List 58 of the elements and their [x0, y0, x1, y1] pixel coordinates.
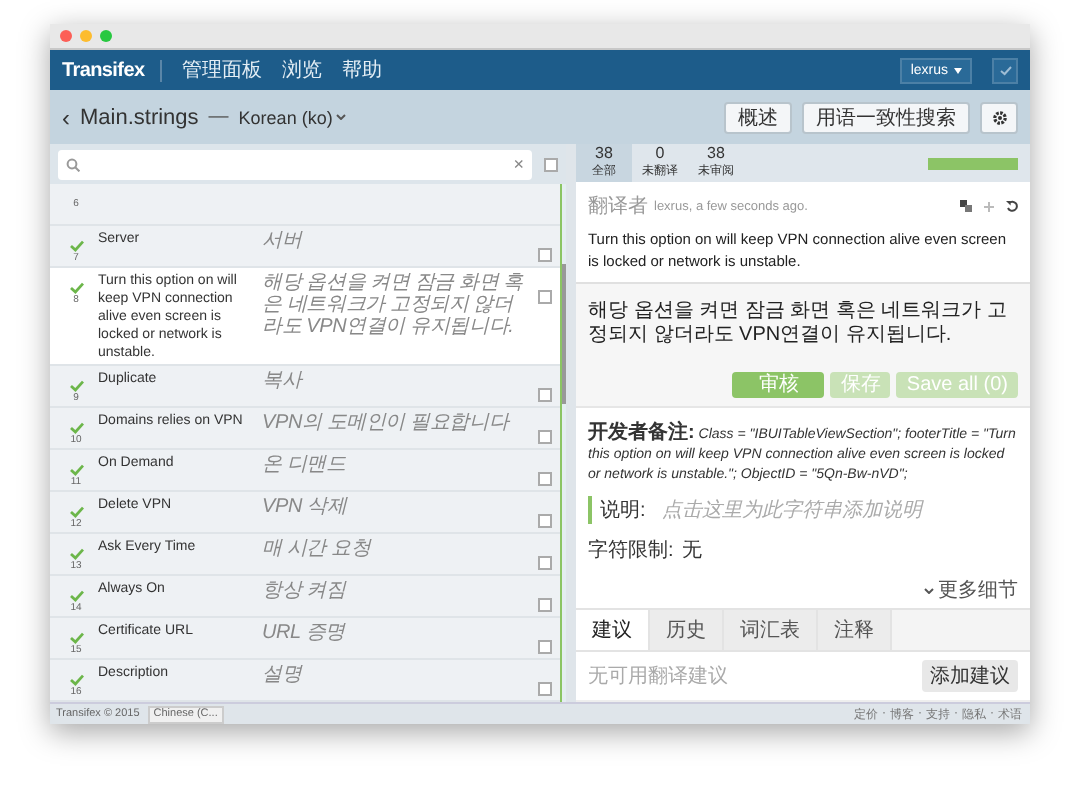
- panel-tab[interactable]: 建议: [576, 610, 650, 650]
- caret-icon: [954, 67, 962, 73]
- copy-icon[interactable]: [960, 200, 972, 213]
- more-details-link[interactable]: 更多细节: [924, 576, 1018, 604]
- title-separator: —: [208, 106, 229, 128]
- description-label: 说明:: [600, 498, 646, 524]
- settings-icon: [991, 109, 1007, 125]
- char-limit-label: 字符限制:: [588, 537, 674, 564]
- back-link[interactable]: ‹: [62, 103, 70, 131]
- clear-button[interactable]: ×: [513, 154, 524, 174]
- nav-link[interactable]: 管理面板: [182, 56, 263, 84]
- panel-tab[interactable]: 历史: [650, 610, 724, 650]
- row-checkbox[interactable]: [538, 290, 552, 304]
- language-dropdown[interactable]: Korean (ko): [238, 107, 347, 127]
- nav-link[interactable]: 帮助: [342, 56, 383, 84]
- row-checkbox[interactable]: [538, 430, 552, 445]
- translation-text: VPN의 도메인이 필요합니다: [262, 412, 512, 436]
- translation-text: 서버: [262, 230, 305, 253]
- row-checkbox[interactable]: [538, 388, 552, 403]
- row-checkbox[interactable]: [538, 472, 552, 487]
- caret-icon: [924, 587, 934, 593]
- row-checkbox[interactable]: [538, 640, 552, 655]
- empty-suggestions-text: 无可用翻译建议: [588, 663, 728, 690]
- search-icon: [66, 157, 80, 171]
- select-all-checkbox[interactable]: [544, 157, 558, 171]
- undo-icon[interactable]: [1006, 200, 1018, 213]
- file-title: Main.strings: [80, 105, 199, 129]
- translator-label: 翻译者: [588, 193, 648, 221]
- row-checkbox[interactable]: [538, 556, 552, 571]
- check-icon: [999, 65, 1011, 75]
- search-field[interactable]: ×: [58, 149, 532, 179]
- translation-text: 복사: [262, 370, 305, 394]
- translation-text: URL 증명: [262, 622, 348, 646]
- translation-text: 매 시간 요청: [262, 538, 374, 562]
- row-checkbox[interactable]: [538, 682, 552, 697]
- add-suggestion-button[interactable]: 添加建议: [922, 660, 1018, 692]
- row-checkbox[interactable]: [538, 598, 552, 613]
- translation-text: 온 디맨드: [262, 454, 348, 478]
- header-button[interactable]: 概述: [724, 101, 792, 133]
- row-checkbox[interactable]: [538, 514, 552, 529]
- plus-icon[interactable]: [984, 201, 994, 212]
- translation-text: 해당 옵션을 켜면 잠금 화면 혹은 네트워크가 고정되지 않더라도 VPN연결이 유지됩니다.: [262, 272, 526, 340]
- panel-tab[interactable]: 词汇表: [724, 610, 818, 650]
- progress-bar: [928, 157, 1018, 170]
- logo[interactable]: Transifex: [62, 59, 163, 81]
- settings-button[interactable]: [980, 101, 1018, 133]
- row-checkbox[interactable]: [538, 248, 552, 262]
- header-button[interactable]: 用语一致性搜索: [802, 101, 970, 133]
- translation-editor[interactable]: 해당 옵션을 켜면 잠금 화면 혹은 네트워크가 고정되지 않더라도 VPN연결이 유지됩니다.: [588, 300, 1018, 372]
- char-limit-value: 无: [681, 538, 702, 564]
- nav-link[interactable]: 浏览: [282, 56, 323, 84]
- translation-text: 항상 켜짐: [262, 580, 349, 604]
- scrollbar-thumb[interactable]: [562, 264, 566, 404]
- caret-icon: [336, 114, 347, 120]
- translation-text: 설명: [262, 664, 305, 688]
- translation-text: VPN 삭제: [262, 496, 350, 520]
- check-button[interactable]: [992, 57, 1018, 83]
- panel-tab[interactable]: 注释: [818, 610, 892, 650]
